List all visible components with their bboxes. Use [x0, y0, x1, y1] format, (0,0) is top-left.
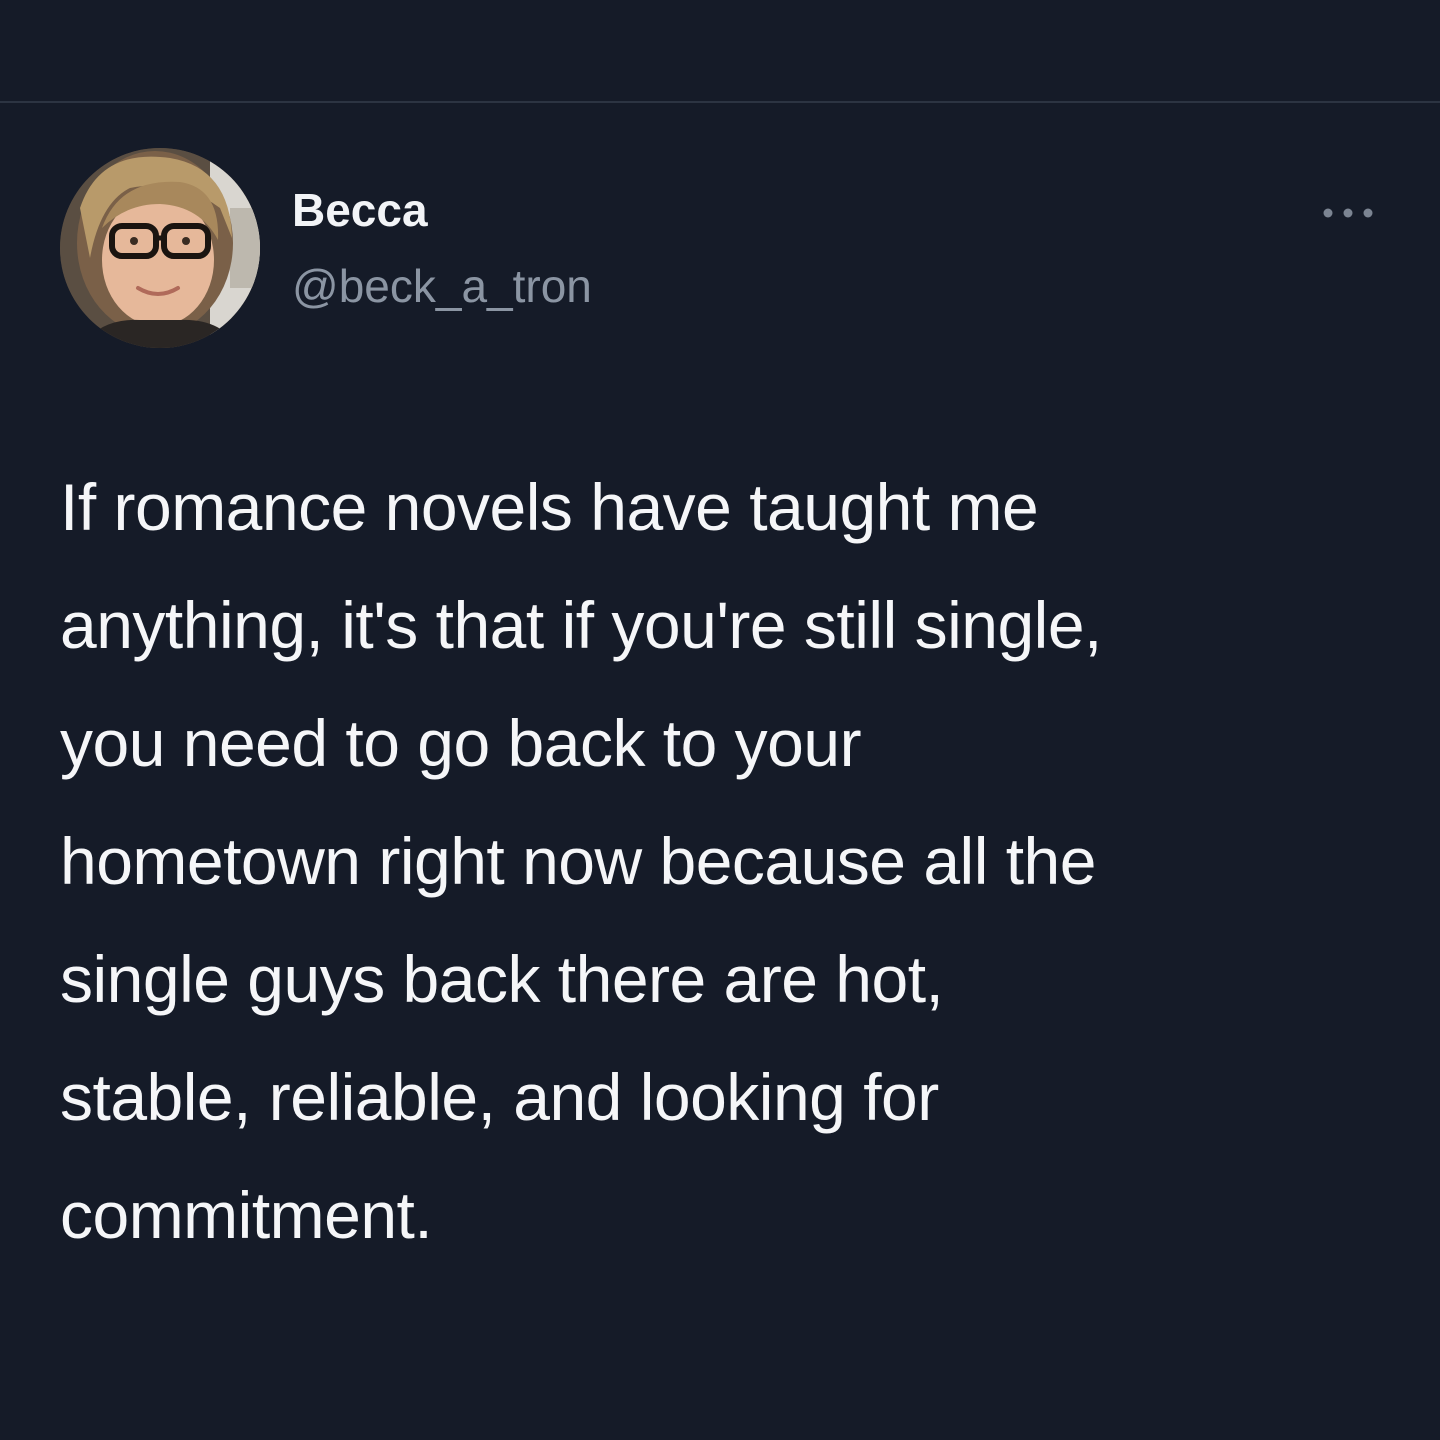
more-options-button[interactable]: [1318, 201, 1378, 225]
avatar-image: [60, 148, 260, 348]
tweet-text-line: single guys back there are hot,: [60, 942, 944, 1016]
tweet-text: If romance novels have taught me anythin…: [60, 448, 1380, 1274]
author-display-name[interactable]: Becca: [292, 187, 428, 233]
tweet-text-line: you need to go back to your: [60, 706, 862, 780]
more-horizontal-icon: [1323, 208, 1373, 218]
tweet-text-line: hometown right now because all the: [60, 824, 1096, 898]
author-handle[interactable]: @beck_a_tron: [292, 263, 592, 309]
screenshot-canvas: Becca @beck_a_tron If romance novels hav…: [0, 0, 1440, 1440]
tweet-card[interactable]: Becca @beck_a_tron If romance novels hav…: [0, 103, 1440, 1440]
avatar[interactable]: [60, 148, 260, 348]
tweet-text-line: If romance novels have taught me: [60, 470, 1039, 544]
tweet-text-line: anything, it's that if you're still sing…: [60, 588, 1102, 662]
tweet-text-line: commitment.: [60, 1178, 433, 1252]
tweet-text-line: stable, reliable, and looking for: [60, 1060, 939, 1134]
